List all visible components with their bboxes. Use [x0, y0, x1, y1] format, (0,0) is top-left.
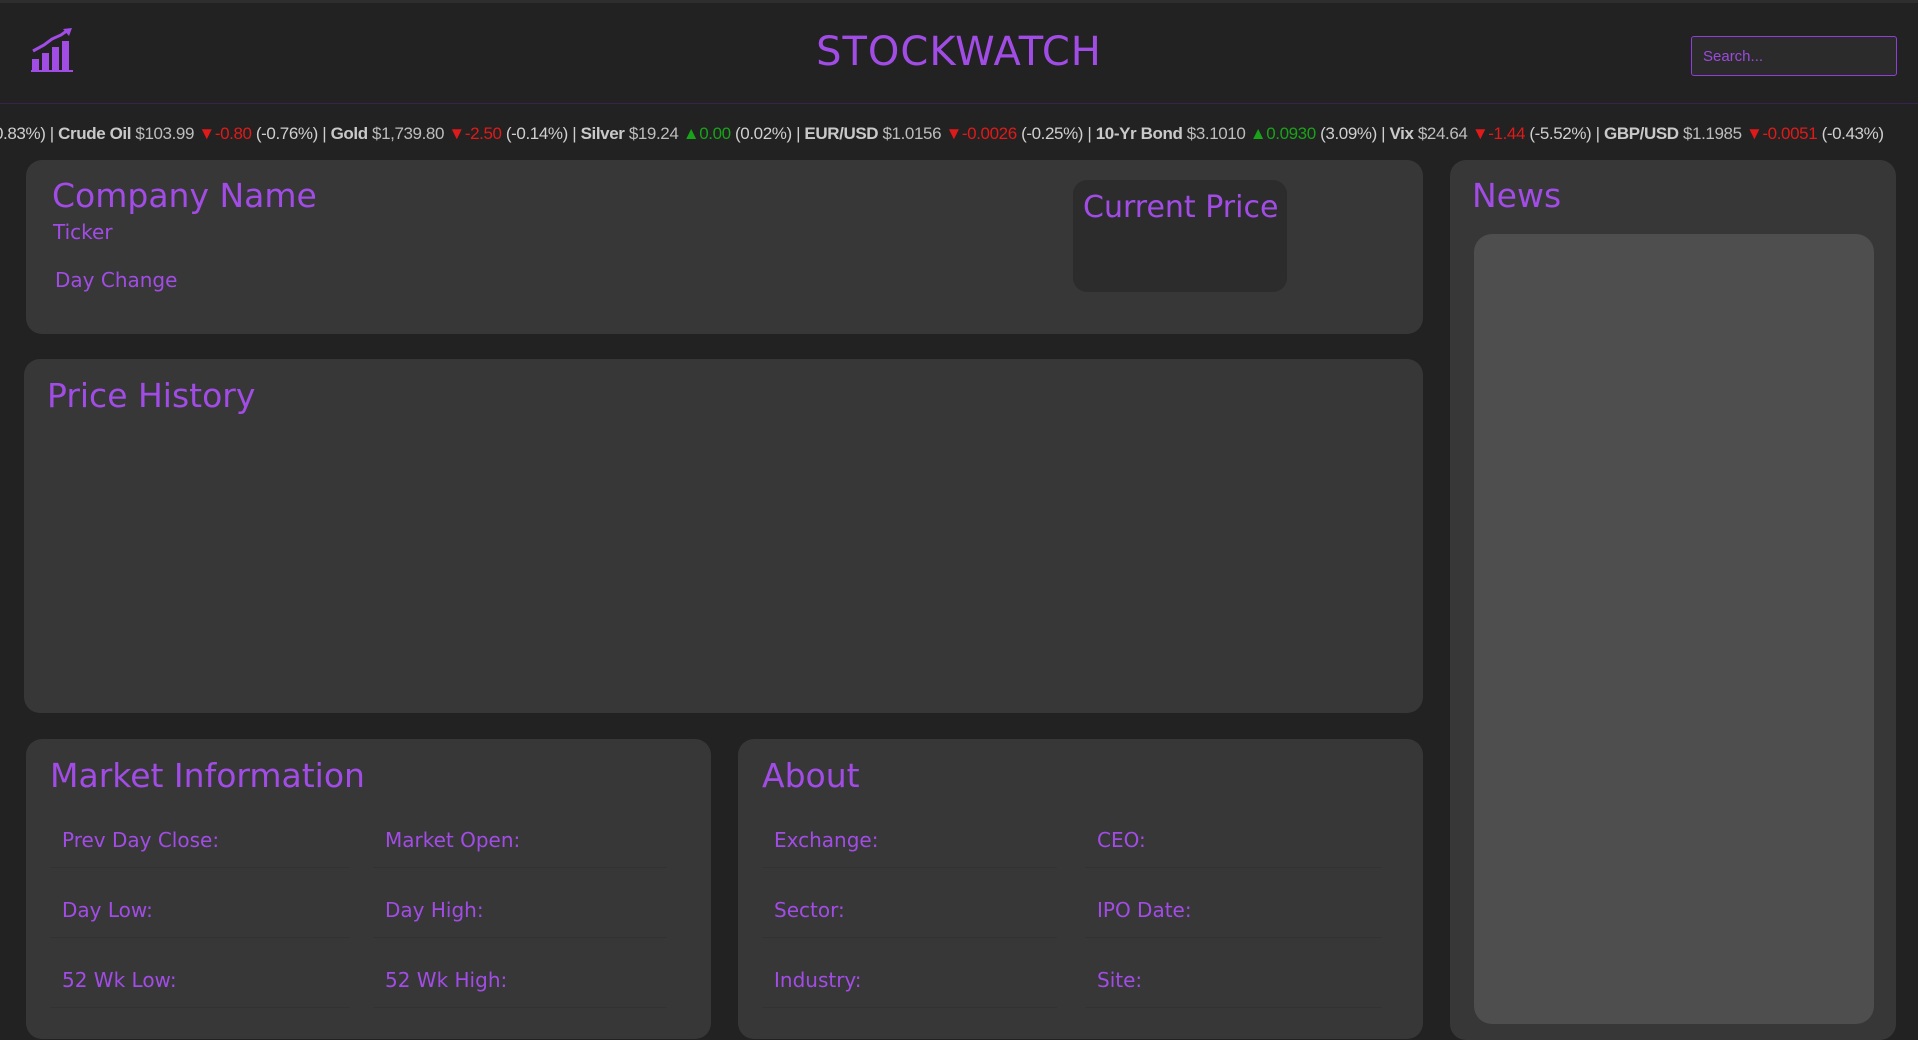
- ticker-item[interactable]: 0.83%): [0, 124, 46, 143]
- ticker-percent: (-0.43%): [1821, 124, 1884, 143]
- current-price-label: Current Price: [1083, 190, 1279, 225]
- ticker-percent: (-5.52%): [1529, 124, 1592, 143]
- ceo-field: CEO:: [1085, 816, 1382, 868]
- ticker-symbol: GBP/USD: [1604, 124, 1679, 143]
- ticker-item[interactable]: EUR/USD $1.0156 ▼-0.0026 (-0.25%): [804, 124, 1083, 143]
- ticker-symbol: Gold: [330, 124, 369, 143]
- ticker-percent: (-0.14%): [505, 124, 568, 143]
- ticker-change: 0.00: [699, 124, 731, 143]
- sector-field: Sector:: [762, 886, 1057, 938]
- ticker-change: -1.44: [1488, 124, 1525, 143]
- ticker-item[interactable]: Crude Oil $103.99 ▼-0.80 (-0.76%): [58, 124, 318, 143]
- ticker-item[interactable]: Silver $19.24 ▲0.00 (0.02%): [580, 124, 793, 143]
- ticker-separator: |: [567, 124, 581, 143]
- ticker-separator: |: [1591, 124, 1604, 143]
- market-info-title: Market Information: [50, 756, 365, 795]
- ticker-percent: (-0.25%): [1021, 124, 1084, 143]
- ticker-symbol: Silver: [580, 124, 625, 143]
- ticker-price: $24.64: [1417, 124, 1468, 143]
- ticker-separator: |: [45, 124, 59, 143]
- ticker-change: -2.50: [464, 124, 502, 143]
- ipo-date-field: IPO Date:: [1085, 886, 1382, 938]
- ticker-percent: (-0.76%): [255, 124, 318, 143]
- ticker-price: $103.99: [135, 124, 195, 143]
- ticker-separator: |: [317, 124, 331, 143]
- ticker-separator: |: [791, 124, 805, 143]
- ticker-price: $1.1985: [1682, 124, 1742, 143]
- ticker-item[interactable]: GBP/USD $1.1985 ▼-0.0051 (-0.43%): [1604, 124, 1884, 143]
- arrow-up-icon: ▲: [682, 124, 700, 143]
- ticker-price: $19.24: [628, 124, 679, 143]
- about-title: About: [762, 756, 860, 795]
- company-ticker: Ticker: [53, 220, 113, 244]
- ticker-price: $1.0156: [882, 124, 942, 143]
- ticker-symbol: Vix: [1389, 124, 1414, 143]
- arrow-down-icon: ▼: [198, 124, 215, 143]
- ticker-symbol: EUR/USD: [804, 124, 879, 143]
- ticker-percent: (3.09%): [1320, 124, 1377, 143]
- market-open-field: Market Open:: [373, 816, 667, 868]
- ticker-price: $3.1010: [1186, 124, 1246, 143]
- ticker-change: -0.0026: [961, 124, 1017, 143]
- market-ticker: 0.83%) | Crude Oil $103.99 ▼-0.80 (-0.76…: [0, 116, 1918, 150]
- exchange-field: Exchange:: [762, 816, 1057, 868]
- company-name: Company Name: [52, 176, 317, 215]
- news-feed[interactable]: [1474, 234, 1874, 1024]
- ticker-symbol: 10-Yr Bond: [1095, 124, 1183, 143]
- brand-title[interactable]: STOCKWATCH: [0, 29, 1918, 75]
- arrow-down-icon: ▼: [1745, 124, 1763, 143]
- ticker-separator: |: [1376, 124, 1390, 143]
- industry-field: Industry:: [762, 956, 1057, 1008]
- day-change-label: Day Change: [55, 268, 178, 292]
- ticker-separator: |: [1083, 124, 1096, 143]
- arrow-up-icon: ▲: [1249, 124, 1267, 143]
- site-field: Site:: [1085, 956, 1382, 1008]
- ticker-item[interactable]: Vix $24.64 ▼-1.44 (-5.52%): [1390, 124, 1592, 143]
- ticker-change: -0.80: [214, 124, 252, 143]
- ticker-symbol: Crude Oil: [58, 124, 132, 143]
- day-high-field: Day High:: [373, 886, 667, 938]
- current-price-box: Current Price: [1073, 180, 1287, 292]
- arrow-down-icon: ▼: [1471, 124, 1489, 143]
- ticker-track: 0.83%) | Crude Oil $103.99 ▼-0.80 (-0.76…: [0, 124, 1884, 144]
- 52wk-low-field: 52 Wk Low:: [50, 956, 350, 1008]
- arrow-down-icon: ▼: [945, 124, 962, 143]
- price-history-title: Price History: [47, 376, 256, 415]
- ticker-change: -0.0051: [1762, 124, 1818, 143]
- arrow-down-icon: ▼: [448, 124, 465, 143]
- ticker-percent: 0.83%): [0, 124, 46, 143]
- ticker-change: 0.0930: [1266, 124, 1316, 143]
- search-input[interactable]: [1691, 36, 1897, 76]
- ticker-price: $1,739.80: [372, 124, 445, 143]
- prev-day-close-field: Prev Day Close:: [50, 816, 350, 868]
- ticker-item[interactable]: Gold $1,739.80 ▼-2.50 (-0.14%): [330, 124, 569, 143]
- ticker-percent: (0.02%): [735, 124, 792, 143]
- 52wk-high-field: 52 Wk High:: [373, 956, 667, 1008]
- top-header: STOCKWATCH: [0, 0, 1918, 104]
- day-low-field: Day Low:: [50, 886, 350, 938]
- news-title: News: [1472, 176, 1562, 215]
- ticker-item[interactable]: 10-Yr Bond $3.1010 ▲0.0930 (3.09%): [1095, 124, 1378, 143]
